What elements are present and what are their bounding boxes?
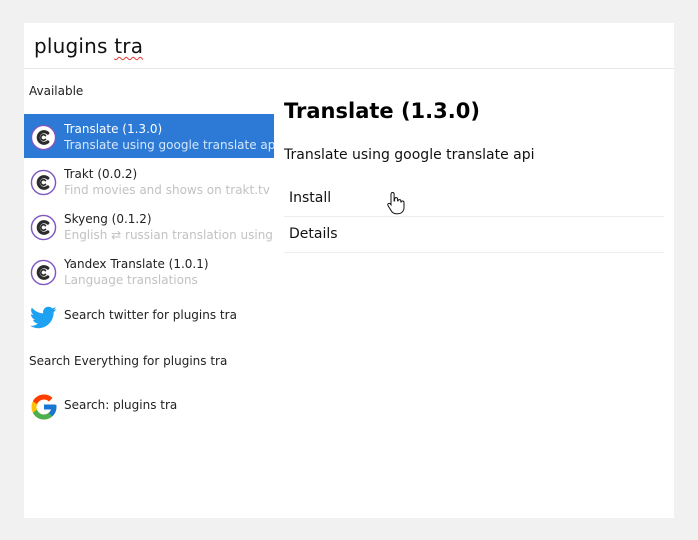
search-query-prefix: plugins <box>34 34 115 58</box>
result-title: Translate (1.3.0) <box>64 122 163 136</box>
result-item-trakt[interactable]: Trakt (0.0.2) Find movies and shows on t… <box>24 159 274 203</box>
details-label: Details <box>289 226 338 242</box>
result-item-google-search[interactable]: Search: plugins tra <box>24 384 274 428</box>
result-title: Search twitter for plugins tra <box>64 308 237 322</box>
result-subtitle: Language translations <box>64 273 198 287</box>
install-label: Install <box>289 190 332 206</box>
detail-description: Translate using google translate api <box>284 147 535 163</box>
result-title: Search: plugins tra <box>64 398 178 412</box>
cerebro-plugin-icon <box>30 259 57 286</box>
result-item-yandex-translate[interactable]: Yandex Translate (1.0.1) Language transl… <box>24 249 274 293</box>
hand-cursor-icon <box>387 191 405 215</box>
cerebro-plugin-icon <box>30 124 57 151</box>
search-bar[interactable]: plugins tra <box>24 23 674 69</box>
result-subtitle: Translate using google translate api <box>64 138 274 152</box>
result-item-translate[interactable]: Translate (1.3.0) Translate using google… <box>24 114 274 158</box>
section-header-search-everything: Search Everything for plugins tra <box>29 354 228 368</box>
result-title: Yandex Translate (1.0.1) <box>64 257 209 271</box>
result-item-skyeng[interactable]: Skyeng (0.1.2) English ⇄ russian transla… <box>24 204 274 248</box>
result-subtitle: English ⇄ russian translation using api … <box>64 228 274 242</box>
result-title: Trakt (0.0.2) <box>64 167 138 181</box>
result-subtitle: Find movies and shows on trakt.tv <box>64 183 270 197</box>
result-title: Skyeng (0.1.2) <box>64 212 152 226</box>
section-header-available: Available <box>29 84 84 98</box>
search-query-misspelled: tra <box>114 34 144 58</box>
cerebro-plugin-icon <box>30 169 57 196</box>
twitter-icon <box>30 306 57 329</box>
google-icon <box>31 394 57 420</box>
install-action[interactable]: Install <box>284 181 664 217</box>
search-input[interactable]: plugins tra <box>34 34 143 58</box>
result-item-search-twitter[interactable]: Search twitter for plugins tra <box>24 294 274 338</box>
launcher-window: plugins tra Available Translate (1.3.0) … <box>24 23 674 518</box>
cerebro-plugin-icon <box>30 214 57 241</box>
details-action[interactable]: Details <box>284 217 664 253</box>
detail-title: Translate (1.3.0) <box>284 99 480 123</box>
